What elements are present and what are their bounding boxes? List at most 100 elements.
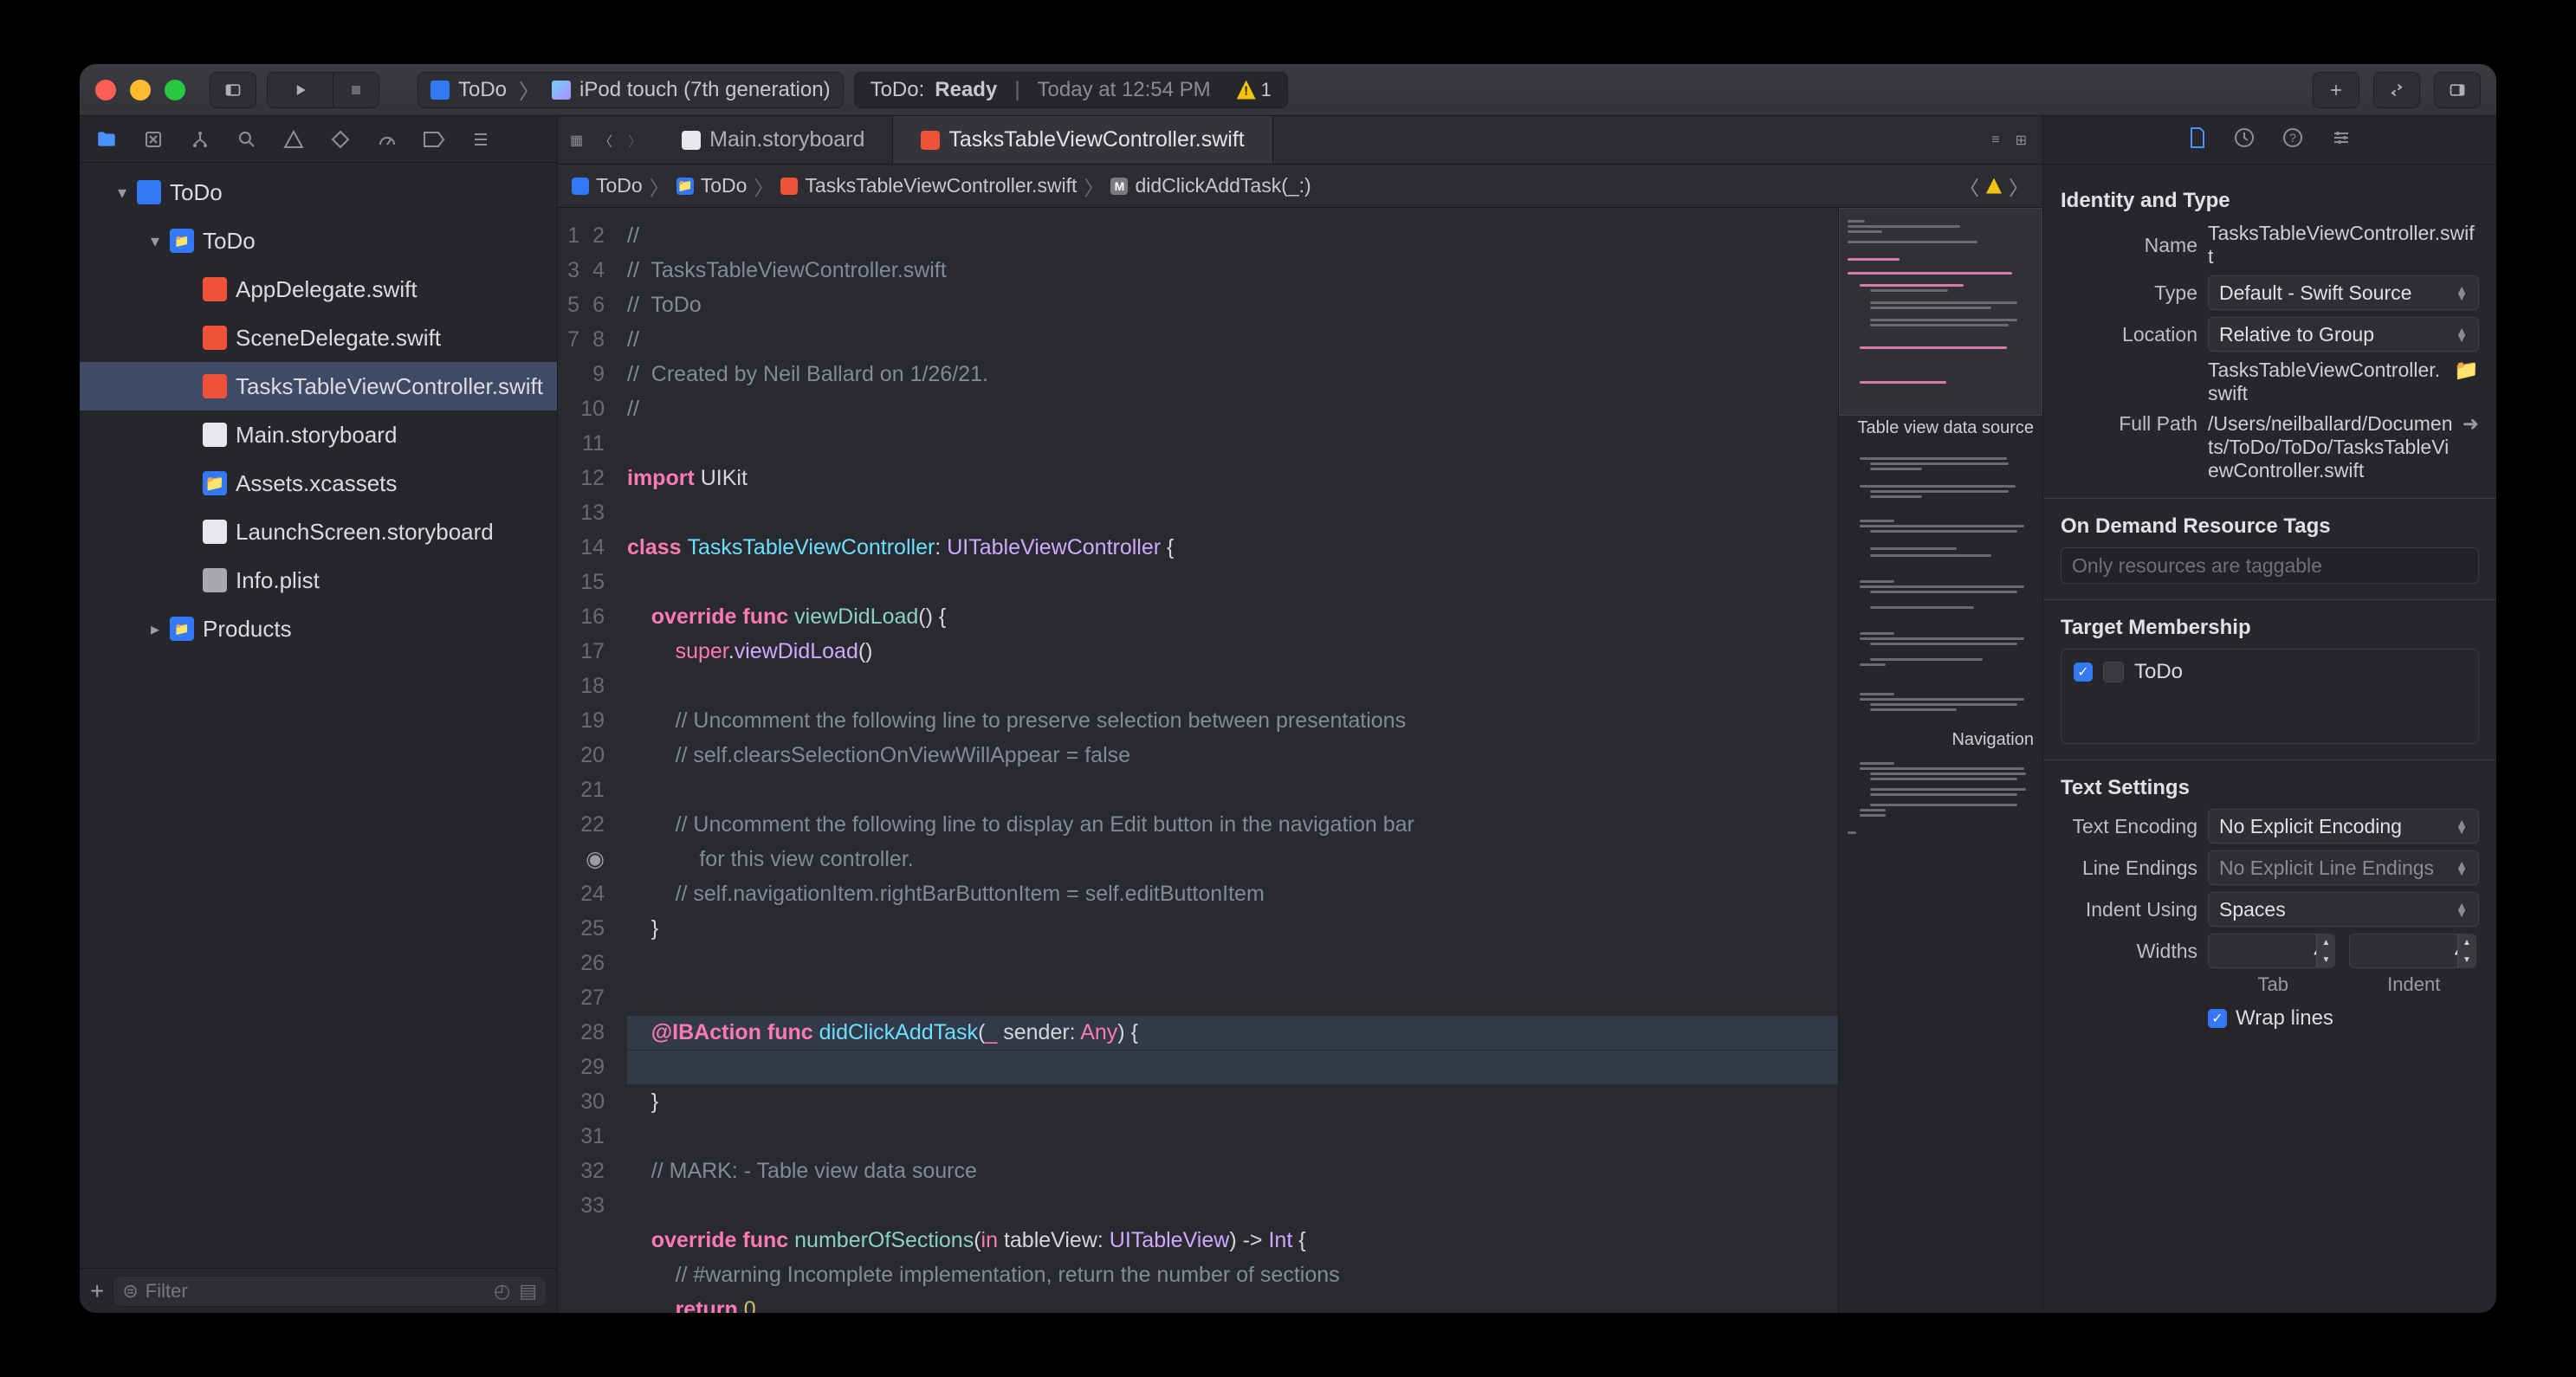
- project-name: ToDo: [170, 179, 223, 206]
- run-button[interactable]: [267, 72, 333, 108]
- editor-tab-taskscontroller[interactable]: TasksTableViewController.swift: [893, 116, 1272, 164]
- file-item-taskscontroller[interactable]: TasksTableViewController.swift: [80, 362, 557, 411]
- issue-navigator-tab[interactable]: [281, 126, 307, 152]
- search-icon: [236, 129, 257, 150]
- file-item-infoplist[interactable]: Info.plist: [80, 556, 557, 604]
- project-navigator-tab[interactable]: [94, 126, 120, 152]
- file-name: Info.plist: [236, 567, 320, 594]
- type-select[interactable]: Default - Swift Source ▲▼: [2208, 275, 2479, 310]
- file-item-scenedelegate[interactable]: SceneDelegate.swift: [80, 314, 557, 362]
- name-value[interactable]: TasksTableViewController.swift: [2208, 222, 2479, 268]
- wrap-lines-label: Wrap lines: [2236, 1006, 2333, 1031]
- go-back-button[interactable]: 〈: [599, 130, 612, 151]
- products-group-item[interactable]: 📁 Products: [80, 604, 557, 653]
- maximize-window-button[interactable]: [165, 80, 185, 100]
- code-editor[interactable]: 1 2 3 4 5 6 7 8 9 10 11 12 13 14 15 16 1…: [558, 208, 1838, 1313]
- tab-width-stepper[interactable]: ▲▼: [2316, 934, 2335, 968]
- disclosure-triangle-icon[interactable]: [149, 235, 161, 247]
- identity-header: Identity and Type: [2061, 189, 2479, 213]
- toggle-inspector-button[interactable]: [2434, 72, 2481, 108]
- group-item[interactable]: 📁 ToDo: [80, 217, 557, 265]
- code-review-button[interactable]: [2373, 72, 2420, 108]
- minimap[interactable]: Table view data source Navigation: [1838, 208, 2042, 1313]
- source-control-navigator-tab[interactable]: [140, 126, 166, 152]
- disclosure-triangle-icon[interactable]: [149, 623, 161, 635]
- indent-width-field[interactable]: 4 ▲▼: [2349, 934, 2476, 968]
- go-forward-button[interactable]: 〉: [628, 130, 642, 151]
- filter-scope-icon[interactable]: ⊜: [122, 1280, 138, 1303]
- scheme-selector[interactable]: ToDo 〉 iPod touch (7th generation): [417, 72, 844, 108]
- swift-file-icon: [780, 178, 798, 195]
- file-inspector-tab[interactable]: [2188, 126, 2207, 153]
- adjust-editor-button[interactable]: ⊞: [2016, 132, 2027, 149]
- test-navigator-tab[interactable]: [327, 126, 353, 152]
- file-item-appdelegate[interactable]: AppDelegate.swift: [80, 265, 557, 314]
- checkbox-checked-icon[interactable]: ✓: [2074, 663, 2093, 682]
- scm-filter-icon[interactable]: ▤: [519, 1280, 537, 1303]
- debug-navigator-tab[interactable]: [374, 126, 400, 152]
- storyboard-file-icon: [203, 423, 227, 447]
- warning-icon: [283, 129, 304, 150]
- disclosure-triangle-icon[interactable]: [116, 186, 128, 198]
- warnings-indicator[interactable]: 1: [1237, 79, 1272, 101]
- jumpbar-file[interactable]: TasksTableViewController.swift: [805, 174, 1077, 197]
- symbol-navigator-tab[interactable]: [187, 126, 213, 152]
- filter-field[interactable]: ⊜ Filter ◴ ▤: [113, 1276, 547, 1307]
- tab-width-field[interactable]: 4 ▲▼: [2208, 934, 2334, 968]
- code-content[interactable]: // // TasksTableViewController.swift // …: [617, 208, 1838, 1313]
- toggle-navigator-button[interactable]: [210, 72, 256, 108]
- warning-count: 1: [1261, 79, 1272, 101]
- choose-path-button[interactable]: 📁: [2454, 359, 2479, 382]
- tab-label: TasksTableViewController.swift: [948, 127, 1244, 152]
- wrap-lines-checkbox[interactable]: ✓: [2208, 1009, 2227, 1028]
- close-window-button[interactable]: [95, 80, 116, 100]
- arrows-swap-icon: [2388, 81, 2405, 99]
- project-icon: [137, 180, 161, 204]
- location-value: Relative to Group: [2219, 323, 2374, 346]
- file-item-mainstoryboard[interactable]: Main.storyboard: [80, 411, 557, 459]
- minimap-viewport[interactable]: [1839, 208, 2042, 416]
- jumpbar-project[interactable]: ToDo: [596, 174, 643, 197]
- encoding-select[interactable]: No Explicit Encoding ▲▼: [2208, 809, 2479, 844]
- line-endings-select[interactable]: No Explicit Line Endings ▲▼: [2208, 850, 2479, 885]
- find-navigator-tab[interactable]: [234, 126, 260, 152]
- add-menu-button[interactable]: +: [90, 1277, 104, 1305]
- jumpbar-prev-issue[interactable]: 〈: [1959, 171, 1979, 201]
- jumpbar-next-issue[interactable]: 〉: [2009, 171, 2029, 201]
- updown-caret-icon: ▲▼: [2456, 819, 2468, 833]
- file-name: AppDelegate.swift: [236, 276, 417, 303]
- editor-tab-mainstoryboard[interactable]: Main.storyboard: [654, 116, 893, 164]
- file-item-assets[interactable]: 📁 Assets.xcassets: [80, 459, 557, 507]
- minimize-window-button[interactable]: [130, 80, 151, 100]
- jump-bar[interactable]: ToDo 〉 📁 ToDo 〉 TasksTableViewController…: [558, 165, 2042, 208]
- file-item-launchscreen[interactable]: LaunchScreen.storyboard: [80, 507, 557, 556]
- recent-filter-icon[interactable]: ◴: [494, 1280, 510, 1303]
- project-root-item[interactable]: ToDo: [80, 168, 557, 217]
- breakpoint-icon: [423, 131, 445, 148]
- breakpoint-navigator-tab[interactable]: [421, 126, 447, 152]
- reveal-path-button[interactable]: ➜: [2463, 412, 2479, 436]
- inspector-panel: ? Identity and Type Name TasksTableViewC…: [2042, 116, 2496, 1313]
- editor-options-button[interactable]: ≡: [1991, 133, 1999, 148]
- jumpbar-group[interactable]: ToDo: [701, 174, 748, 197]
- jumpbar-symbol[interactable]: didClickAddTask(_:): [1135, 174, 1311, 197]
- plus-icon: [2327, 81, 2345, 99]
- add-button[interactable]: [2313, 72, 2359, 108]
- attributes-inspector-tab[interactable]: [2330, 126, 2353, 153]
- target-membership-item[interactable]: ✓ ToDo: [2074, 660, 2466, 684]
- target-membership-box: ✓ ToDo: [2061, 649, 2479, 744]
- tab-sublabel: Tab: [2208, 973, 2339, 996]
- file-name: Assets.xcassets: [236, 470, 397, 497]
- warning-triangle-icon: [1237, 81, 1256, 100]
- activity-view[interactable]: ToDo: Ready | Today at 12:54 PM 1: [854, 72, 1288, 108]
- indent-width-stepper[interactable]: ▲▼: [2457, 934, 2476, 968]
- folder-icon: 📁: [170, 617, 194, 641]
- location-select[interactable]: Relative to Group ▲▼: [2208, 317, 2479, 352]
- indent-using-select[interactable]: Spaces ▲▼: [2208, 892, 2479, 927]
- report-navigator-tab[interactable]: [468, 126, 494, 152]
- help-inspector-tab[interactable]: ?: [2282, 126, 2304, 153]
- target-name: ToDo: [2134, 660, 2183, 684]
- history-inspector-tab[interactable]: [2233, 126, 2256, 153]
- stop-button[interactable]: [333, 72, 379, 108]
- related-items-button[interactable]: ▦: [570, 132, 583, 149]
